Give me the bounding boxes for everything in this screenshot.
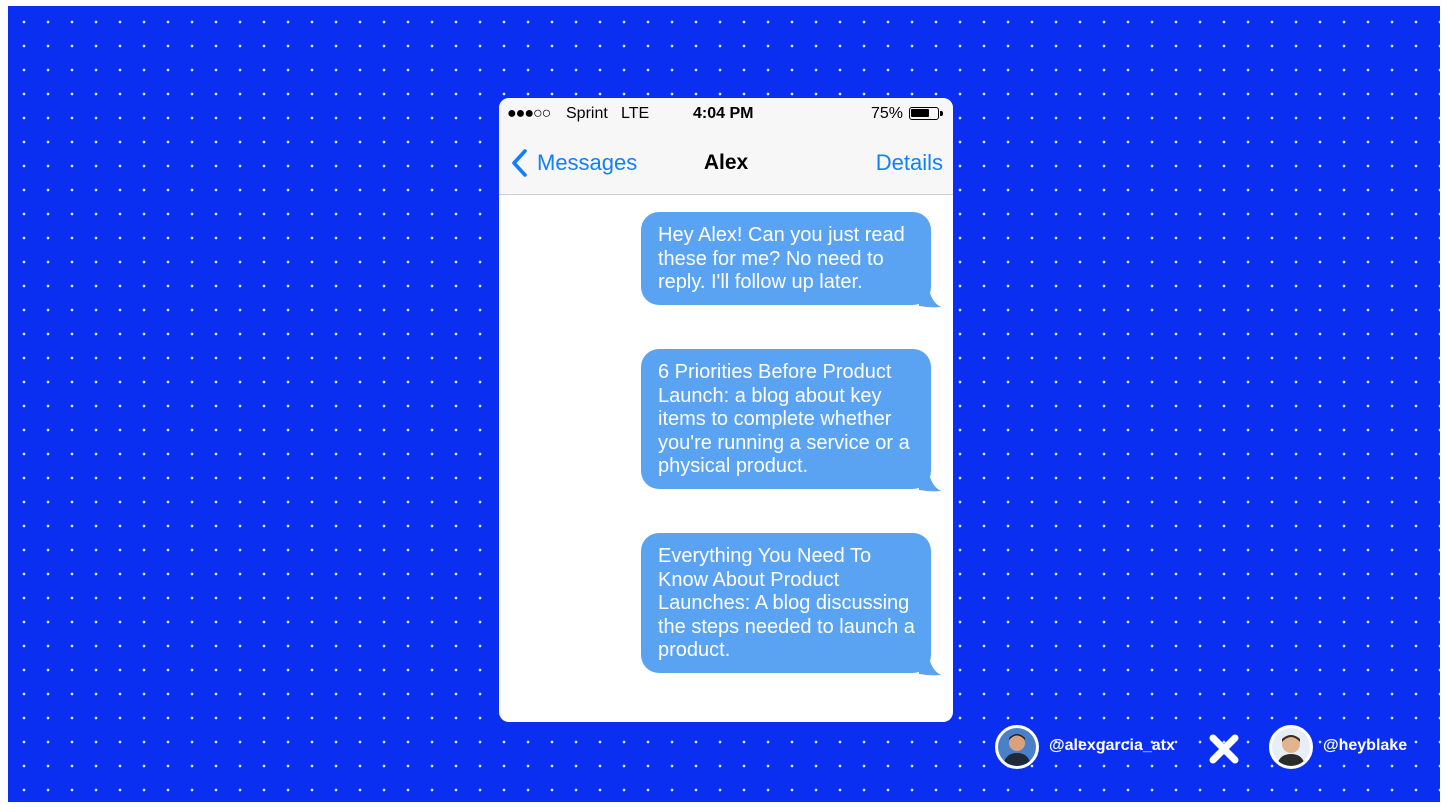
conversation-header: Messages Alex Details <box>499 128 953 195</box>
x-icon <box>1209 734 1239 764</box>
battery-icon <box>909 107 939 120</box>
author-handle[interactable]: @heyblake <box>1323 737 1407 755</box>
avatar <box>995 725 1039 769</box>
network-type: LTE <box>621 105 650 122</box>
message-bubble[interactable]: 6 Priorities Before Product Launch: a bl… <box>641 349 941 491</box>
message-text: 6 Priorities Before Product Launch: a bl… <box>658 361 910 477</box>
bubble-tail <box>919 655 941 675</box>
battery-fill <box>911 109 929 117</box>
message-text: Everything You Need To Know About Produc… <box>658 545 915 661</box>
message-bubble[interactable]: Hey Alex! Can you just read these for me… <box>641 212 941 307</box>
status-time: 4:04 PM <box>693 105 754 122</box>
battery-tip <box>940 111 943 116</box>
details-button[interactable]: Details <box>876 148 943 178</box>
avatar <box>1269 725 1313 769</box>
author-credits: @alexgarcia_atx @heyblake <box>995 721 1415 775</box>
phone-screen: ●●●○○ Sprint LTE 4:04 PM 75% Messages Al… <box>499 98 953 722</box>
message-text: Hey Alex! Can you just read these for me… <box>658 224 905 293</box>
bubble-tail <box>919 287 941 307</box>
person-avatar-icon <box>1272 728 1310 766</box>
slide-background: ●●●○○ Sprint LTE 4:04 PM 75% Messages Al… <box>8 6 1440 802</box>
person-avatar-icon <box>998 728 1036 766</box>
status-bar: ●●●○○ Sprint LTE 4:04 PM 75% <box>499 98 953 128</box>
message-bubble[interactable]: Everything You Need To Know About Produc… <box>641 533 941 675</box>
bubble-tail <box>919 471 941 491</box>
signal-strength-icon: ●●●○○ <box>507 105 551 122</box>
battery-percent: 75% <box>871 105 904 122</box>
author-handle[interactable]: @alexgarcia_atx <box>1049 737 1175 755</box>
message-thread: Hey Alex! Can you just read these for me… <box>499 195 953 722</box>
carrier-name: Sprint <box>566 105 608 122</box>
